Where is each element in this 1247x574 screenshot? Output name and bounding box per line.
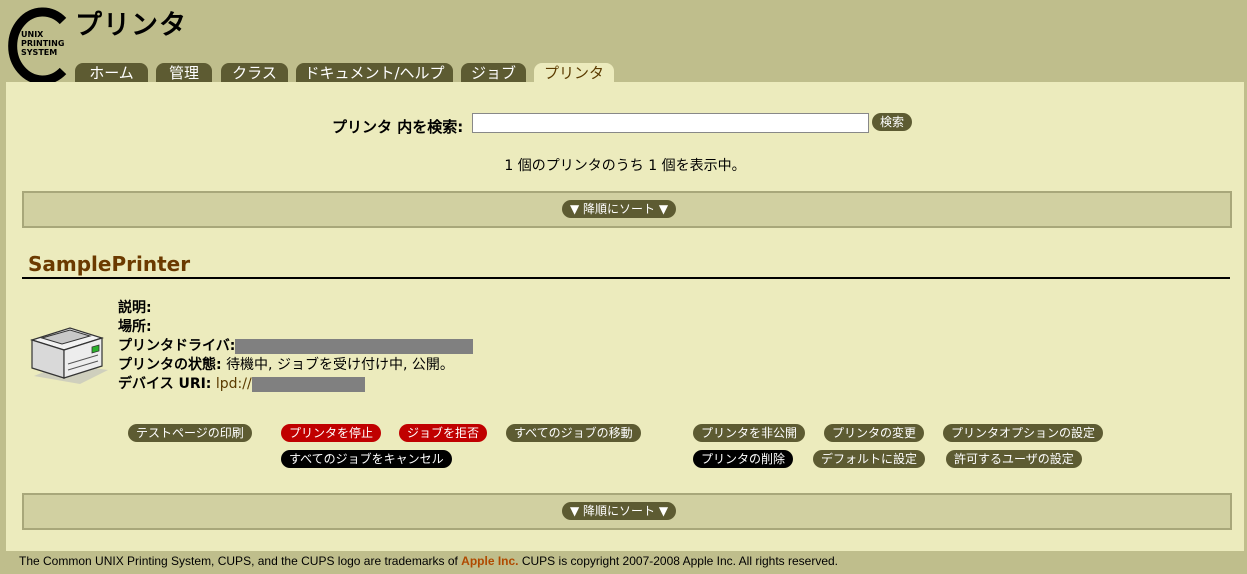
search-row: プリンタ 内を検索: 検索: [6, 112, 1244, 136]
page-title: プリンタ: [75, 10, 187, 41]
description-label: 説明:: [118, 300, 152, 316]
sort-descending-button-top[interactable]: ▼ 降順にソート ▼: [562, 200, 677, 218]
cups-logo: UNIX PRINTING SYSTEM: [8, 7, 67, 85]
printer-info: 説明: 場所: プリンタドライバ: プリンタの状態: 待機中, ジョブを受け付け…: [118, 299, 474, 394]
location-label: 場所:: [118, 319, 152, 335]
tab-home[interactable]: ホーム: [75, 63, 148, 83]
set-as-default-button[interactable]: デフォルトに設定: [813, 450, 926, 468]
header: UNIX PRINTING SYSTEM プリンタ ホーム 管理 クラス ドキュ…: [3, 3, 1244, 85]
driver-value-redacted: [235, 338, 474, 354]
tab-admin[interactable]: 管理: [156, 63, 212, 83]
sort-bar-bottom: ▼ 降順にソート ▼: [22, 493, 1232, 530]
delete-printer-button[interactable]: プリンタの削除: [693, 450, 794, 468]
state-row: プリンタの状態: 待機中, ジョブを受け付け中, 公開。: [118, 356, 473, 375]
search-button[interactable]: 検索: [872, 113, 913, 131]
sort-descending-button-bottom[interactable]: ▼ 降順にソート ▼: [562, 502, 677, 520]
footer-text-before: The Common UNIX Printing System, CUPS, a…: [19, 554, 462, 568]
search-label: プリンタ 内を検索:: [332, 118, 464, 136]
apple-link[interactable]: Apple Inc.: [461, 554, 518, 568]
logo-text-printing: PRINTING: [21, 39, 64, 48]
set-printer-options-button[interactable]: プリンタオプションの設定: [943, 424, 1104, 442]
tab-docs-help[interactable]: ドキュメント/ヘルプ: [296, 63, 453, 83]
search-input[interactable]: [472, 113, 869, 133]
location-row: 場所:: [118, 318, 473, 337]
set-allowed-users-button[interactable]: 許可するユーザの設定: [946, 450, 1082, 468]
reject-jobs-button[interactable]: ジョブを拒否: [399, 424, 488, 442]
uri-label: デバイス URI:: [118, 376, 212, 392]
printer-divider: [22, 277, 1230, 279]
modify-printer-button[interactable]: プリンタの変更: [824, 424, 925, 442]
state-label: プリンタの状態:: [118, 357, 222, 373]
tab-jobs[interactable]: ジョブ: [461, 63, 526, 83]
main-content: プリンタ 内を検索: 検索 1 個のプリンタのうち 1 個を表示中。 ▼ 降順に…: [6, 82, 1244, 551]
print-test-page-button[interactable]: テストページの印刷: [128, 424, 252, 442]
cancel-all-jobs-button[interactable]: すべてのジョブをキャンセル: [281, 450, 452, 468]
stop-printer-button[interactable]: プリンタを停止: [281, 424, 382, 442]
tab-classes[interactable]: クラス: [221, 63, 288, 83]
tab-printers[interactable]: プリンタ: [534, 63, 614, 83]
logo-text-system: SYSTEM: [21, 48, 57, 57]
uri-value: lpd://: [215, 376, 252, 392]
printer-name-link[interactable]: SamplePrinter: [28, 252, 190, 276]
uri-value-redacted: [251, 376, 365, 392]
state-value: 待機中, ジョブを受け付け中, 公開。: [226, 357, 454, 373]
printer-icon: [30, 327, 108, 384]
footer: The Common UNIX Printing System, CUPS, a…: [19, 554, 838, 568]
logo-text-unix: UNIX: [21, 30, 44, 39]
description-row: 説明:: [118, 299, 473, 318]
driver-label: プリンタドライバ:: [118, 338, 236, 354]
cups-window: UNIX PRINTING SYSTEM プリンタ ホーム 管理 クラス ドキュ…: [3, 3, 1244, 571]
result-count: 1 個のプリンタのうち 1 個を表示中。: [504, 158, 746, 174]
sort-bar-top: ▼ 降順にソート ▼: [22, 191, 1232, 228]
unpublish-printer-button[interactable]: プリンタを非公開: [693, 424, 806, 442]
uri-row: デバイス URI: lpd://: [118, 375, 473, 394]
footer-text-after: CUPS is copyright 2007-2008 Apple Inc. A…: [518, 554, 839, 568]
move-all-jobs-button[interactable]: すべてのジョブの移動: [506, 424, 641, 442]
driver-row: プリンタドライバ:: [118, 337, 474, 356]
